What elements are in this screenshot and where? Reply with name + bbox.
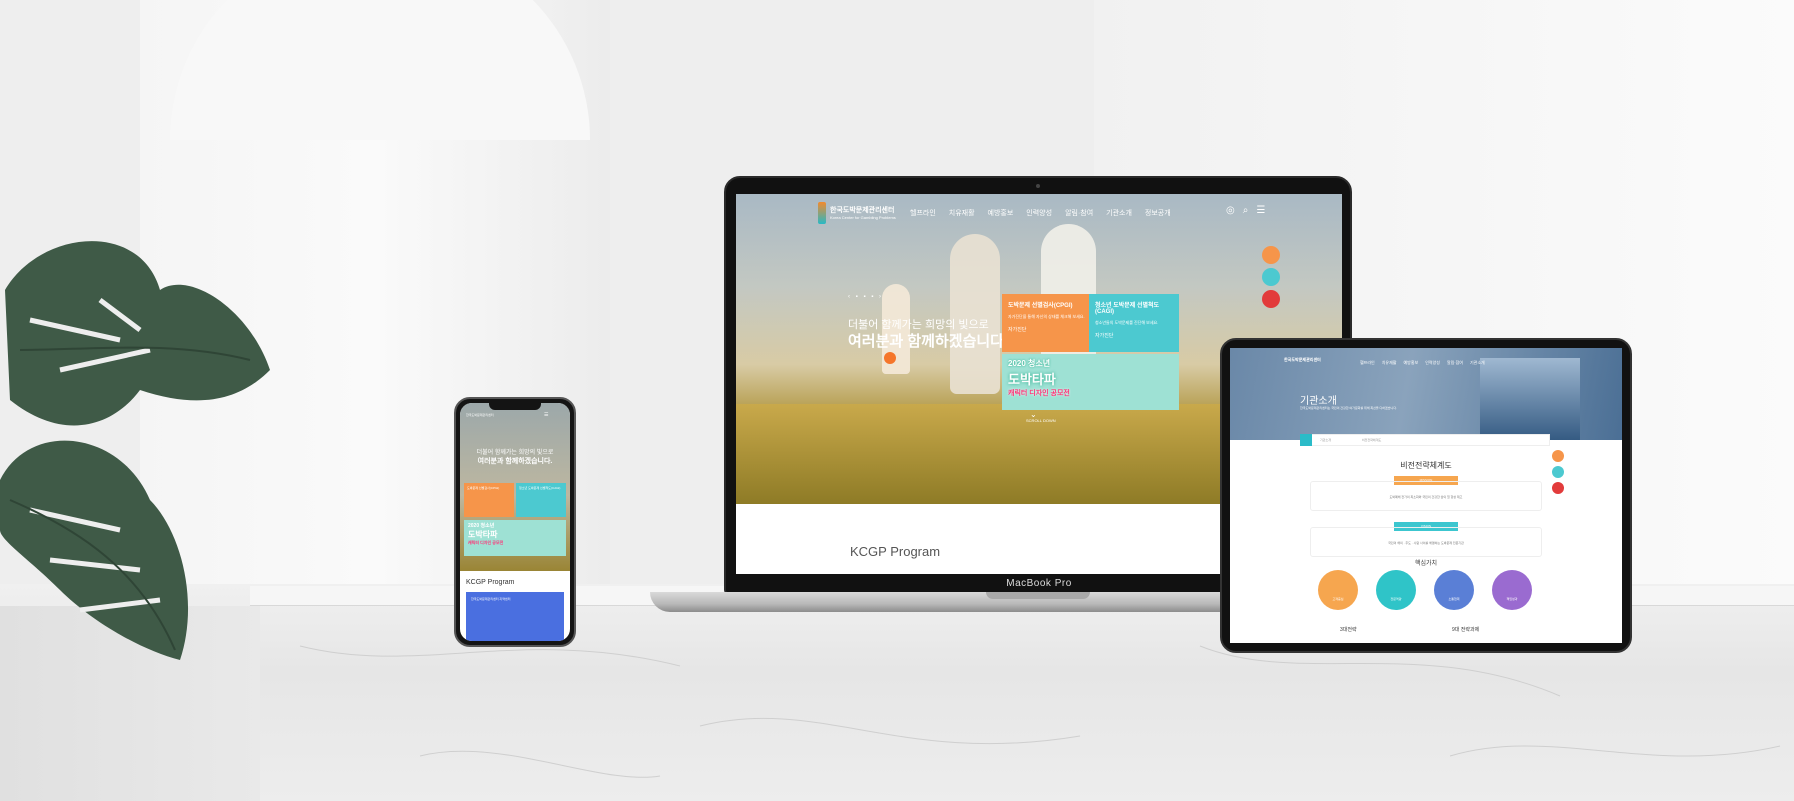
value-circle: 고객중심 [1318, 570, 1358, 610]
hero-line-2: 여러분과 함께하겠습니다. [848, 333, 1009, 350]
slide-pager[interactable]: ‹ ▪ ▪ ▪ › [848, 294, 883, 300]
menu-item[interactable]: 치유재활 [1382, 360, 1397, 366]
menu-item[interactable]: 기관소개 [1106, 208, 1132, 218]
quick-menu-button[interactable] [1262, 246, 1280, 264]
cagi-card[interactable]: 청소년 도박문제 선별척도(CAGI) [516, 483, 566, 517]
header-icons: ◎ ⌕ ☰ [1226, 205, 1265, 216]
menu-item[interactable]: 헬프라인 [910, 208, 936, 218]
menu-item[interactable]: 정보공개 [1145, 208, 1171, 218]
hero-line-2: 여러분과 함께하겠습니다. [477, 458, 553, 465]
phone-screen: 한국도박문제관리센터 ☰ 더불어 함께가는 희망의 빛으로 여러분과 함께하겠습… [460, 403, 570, 641]
slide-next-button[interactable] [884, 352, 896, 364]
main-menu: 헬프라인 치유재활 예방홍보 인력양성 알림·참여 기관소개 정보공개 [910, 208, 1171, 218]
value-circle: 전문역량 [1376, 570, 1416, 610]
menu-item[interactable]: 예방홍보 [988, 208, 1014, 218]
strategy-label: 3대전략 [1340, 627, 1357, 633]
cpgi-card[interactable]: 도박문제 선별검사(CPGI) [464, 483, 514, 517]
monstera-plant [0, 241, 270, 660]
value-circle: 소통협력 [1434, 570, 1474, 610]
menu-item[interactable]: 치유재활 [949, 208, 975, 218]
menu-icon[interactable]: ☰ [544, 412, 548, 418]
strategy-label: 9대 전략과제 [1452, 627, 1480, 633]
quick-menu-button[interactable] [1552, 482, 1564, 494]
logo-subtitle: Korea Center for Gambling Problems [830, 215, 896, 220]
top-navigation: 한국도박문제관리센터 Korea Center for Gambling Pro… [736, 194, 1342, 232]
globe-icon[interactable]: ◎ [1226, 205, 1235, 216]
home-icon[interactable] [1300, 434, 1312, 446]
menu-item[interactable]: 헬프라인 [1360, 360, 1375, 366]
program-heading: KCGP Program [466, 579, 515, 586]
quick-menu-button[interactable] [1552, 466, 1564, 478]
menu-item[interactable]: 알림·참여 [1065, 208, 1093, 218]
logo-icon[interactable] [818, 202, 826, 224]
vision-box: 국민의 해의 · 주도 · 사람 사이를 해결하는 도박문제 전문기관 [1310, 527, 1542, 557]
quick-menu-button[interactable] [1262, 268, 1280, 286]
breadcrumb: 기관소개 비전전략체계도 [1300, 434, 1550, 446]
hero-line-1: 더불어 함께가는 희망의 빛으로 [476, 450, 554, 456]
phone-notch [489, 403, 541, 410]
page-description: 한국도박문제관리센터는 국민의 건강한 여가문화를 위해 최선을 다하겠습니다. [1300, 406, 1397, 410]
banner-title: 도박타파 [468, 530, 498, 539]
quick-menu-button[interactable] [1262, 290, 1280, 308]
breadcrumb-item[interactable]: 기관소개 [1320, 438, 1331, 442]
program-card[interactable]: 한국도박문제관리센터 지역센터 [466, 592, 564, 641]
cagi-card[interactable]: 청소년 도박문제 선별척도(CAGI) 청소년들의 도박문제를 진단해 보세요.… [1089, 294, 1179, 352]
mission-box: 도박폐해 전가의 최소화와 국민의 건강한 삶의 질 향상 제고 [1310, 481, 1542, 511]
card-link[interactable]: 자가진단 [1095, 332, 1173, 339]
main-menu: 헬프라인 치유재활 예방홍보 인력양성 알림·참여 기관소개 [1360, 360, 1485, 366]
contest-banner[interactable]: 2020 청소년 도박타파 캐릭터 디자인 공모전 [1002, 354, 1179, 410]
scroll-label: SCROLL DOWN [1026, 418, 1056, 423]
core-values-title: 핵심가치 [1414, 561, 1438, 567]
cpgi-card[interactable]: 도박문제 선별검사(CPGI) 자가진단을 통해 자신의 상태를 체크해 보세요… [1002, 294, 1092, 352]
value-circle: 책임성과 [1492, 570, 1532, 610]
logo-text[interactable]: 한국도박문제관리센터 [830, 205, 894, 215]
search-icon[interactable]: ⌕ [1243, 205, 1249, 216]
hero-figure [950, 234, 1000, 394]
card-body: 자가진단을 통해 자신의 상태를 체크해 보세요. [1008, 314, 1085, 319]
camera-icon [1036, 184, 1040, 188]
menu-item[interactable]: 알림·참여 [1447, 360, 1463, 366]
quick-menu-button[interactable] [1552, 450, 1564, 462]
tablet-screen: 한국도박문제관리센터 헬프라인 치유재활 예방홍보 인력양성 알림·참여 기관소… [1230, 348, 1622, 643]
menu-item[interactable]: 예방홍보 [1403, 360, 1418, 366]
banner-year: 2020 청소년 [468, 523, 495, 529]
banner-subtitle: 캐릭터 디자인 공모전 [1008, 390, 1070, 397]
card-title: 도박문제 선별검사(CPGI) [1008, 303, 1073, 309]
menu-item[interactable]: 인력양성 [1026, 208, 1052, 218]
breadcrumb-item[interactable]: 비전전략체계도 [1362, 438, 1381, 442]
logo-text[interactable]: 한국도박문제관리센터 [1284, 357, 1321, 363]
banner-subtitle: 캐릭터 디자인 공모전 [468, 540, 504, 545]
banner-year: 2020 청소년 [1008, 359, 1051, 368]
card-body: 청소년들의 도박문제를 진단해 보세요. [1095, 320, 1159, 325]
menu-icon[interactable]: ☰ [1256, 205, 1265, 216]
banner-title: 도박타파 [1008, 372, 1056, 387]
contest-banner[interactable]: 2020 청소년 도박타파 캐릭터 디자인 공모전 [464, 520, 566, 556]
card-link[interactable]: 자가진단 [1008, 326, 1086, 333]
program-heading: KCGP Program [850, 544, 941, 559]
menu-item[interactable]: 인력양성 [1425, 360, 1440, 366]
card-title: 청소년 도박문제 선별척도(CAGI) [1095, 303, 1160, 315]
page-title: 기관소개 [1300, 396, 1337, 407]
laptop-notch [986, 592, 1090, 599]
logo-text[interactable]: 한국도박문제관리센터 [466, 413, 494, 417]
menu-item[interactable]: 기관소개 [1470, 360, 1485, 366]
building-image [1480, 358, 1580, 440]
